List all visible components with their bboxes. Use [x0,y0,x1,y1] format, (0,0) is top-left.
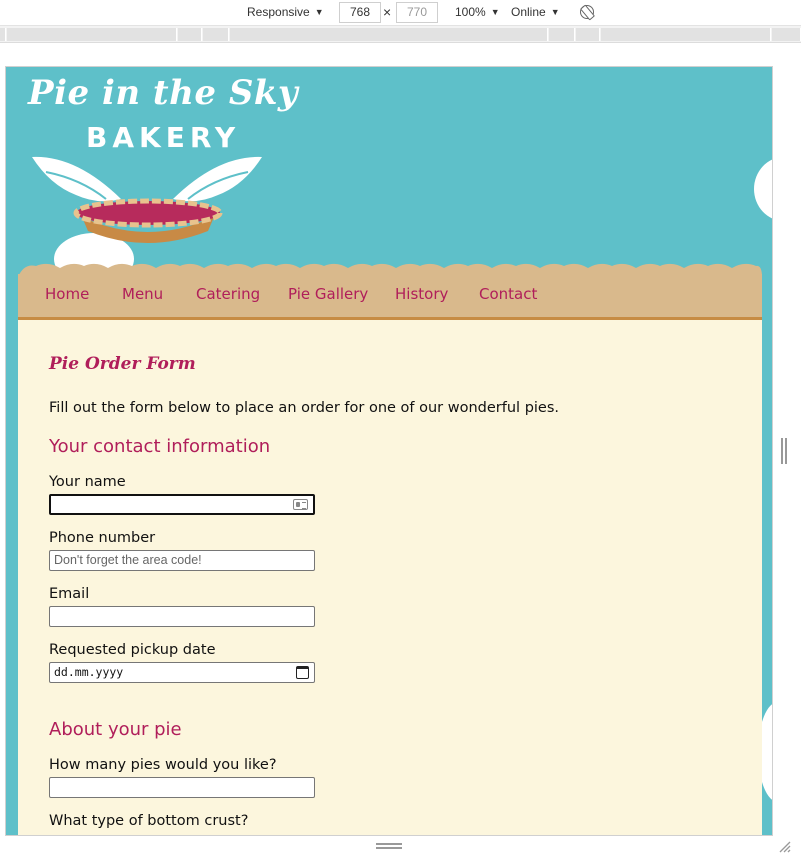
zoom-select[interactable]: 100% ▼ [455,5,500,19]
device-mode-label: Responsive [247,5,310,19]
quantity-label: How many pies would you like? [49,757,277,773]
right-resize-handle[interactable] [781,438,787,464]
media-query-ruler [0,26,801,43]
nav-link-home[interactable]: Home [45,285,89,303]
page-title: Pie Order Form [49,354,196,374]
phone-placeholder: Don't forget the area code! [54,553,202,567]
viewport-height-input[interactable]: 770 [396,2,438,23]
chevron-down-icon: ▼ [490,7,500,17]
form-intro: Fill out the form below to place an orde… [49,400,560,416]
main-nav: Home Menu Catering Pie Gallery History C… [18,274,762,320]
chevron-down-icon: ▼ [314,7,324,17]
dimension-separator: × [383,4,392,20]
device-mode-select[interactable]: Responsive ▼ [247,5,324,19]
bakery-logo[interactable]: Pie in the Sky BAKERY [6,67,299,277]
name-input[interactable] [49,494,315,515]
date-placeholder: dd.mm.yyyy [54,665,124,679]
nav-link-contact[interactable]: Contact [479,285,537,303]
nav-link-pie-gallery[interactable]: Pie Gallery [288,285,368,303]
name-label: Your name [49,474,126,490]
section-heading-pie: About your pie [49,719,182,740]
main-content: Pie Order Form Fill out the form below t… [18,320,762,835]
crust-label: What type of bottom crust? [49,813,249,829]
contact-card-icon[interactable] [293,499,308,510]
viewport-width-input[interactable]: 768 [339,2,381,23]
section-heading-contact: Your contact information [49,436,271,457]
pickup-date-input[interactable]: dd.mm.yyyy [49,662,315,683]
calendar-icon[interactable] [296,666,309,679]
phone-label: Phone number [49,530,156,546]
nav-link-catering[interactable]: Catering [196,285,260,303]
network-label: Online [511,5,546,19]
rotate-icon[interactable] [580,5,594,19]
quantity-input[interactable] [49,777,315,798]
devtools-device-toolbar: Responsive ▼ 768 × 770 100% ▼ Online ▼ [0,0,801,26]
corner-resize-icon[interactable] [777,839,791,853]
email-input[interactable] [49,606,315,627]
logo-subtitle: BAKERY [86,121,241,154]
logo-title: Pie in the Sky [28,73,299,113]
cloud-decoration [754,157,772,221]
email-label: Email [49,586,90,602]
nav-link-history[interactable]: History [395,285,448,303]
nav-link-menu[interactable]: Menu [122,285,163,303]
bottom-resize-handle[interactable] [376,843,402,849]
phone-input[interactable]: Don't forget the area code! [49,550,315,571]
emulated-page: Pie in the Sky BAKERY Home Menu Catering… [5,66,773,836]
zoom-label: 100% [455,5,486,19]
chevron-down-icon: ▼ [550,7,560,17]
pickup-date-label: Requested pickup date [49,642,216,658]
network-throttle-select[interactable]: Online ▼ [511,5,560,19]
